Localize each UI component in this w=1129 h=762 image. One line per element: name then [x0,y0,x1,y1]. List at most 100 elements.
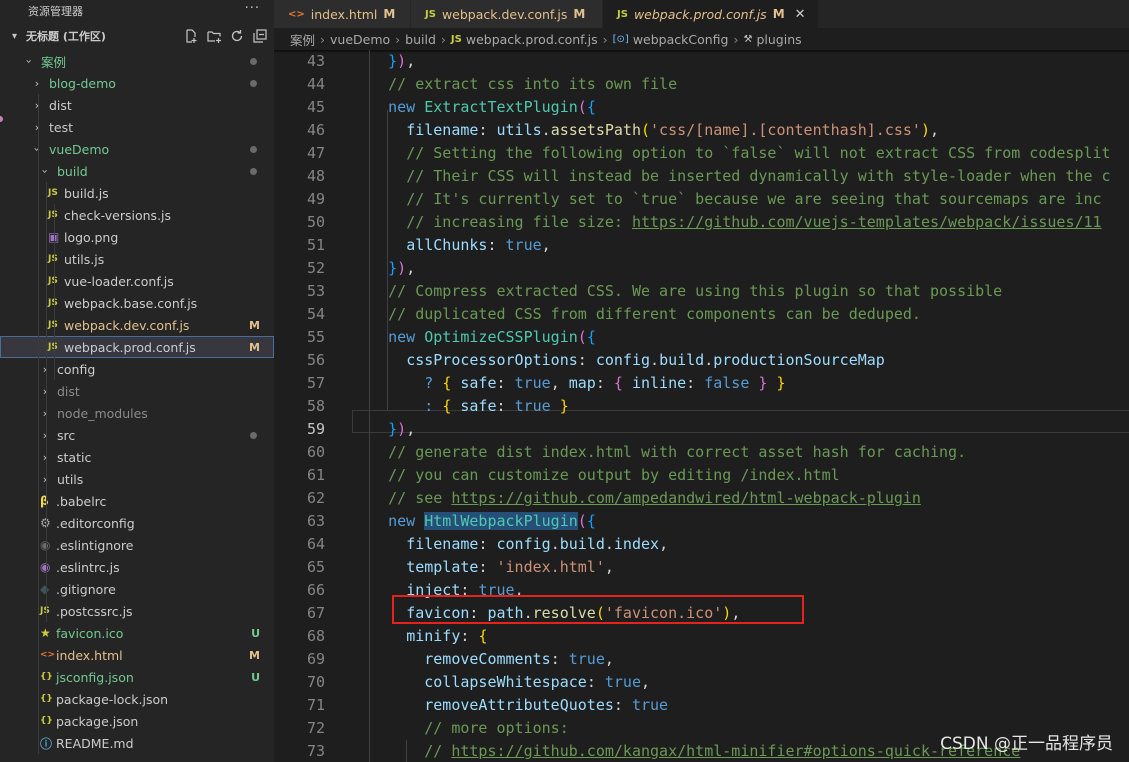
breadcrumb-item[interactable]: plugins [756,32,801,47]
code-token: utils [496,121,542,139]
code-line[interactable]: // Their CSS will instead be inserted dy… [352,165,1129,188]
tree-item-label: webpack.prod.conf.js [64,339,196,355]
tree-item[interactable]: › node_modules [0,402,274,424]
breadcrumb-item[interactable]: 案例 [290,30,315,49]
line-number: 47 [306,144,325,162]
code-line[interactable]: // generate dist index.html with correct… [352,441,1129,464]
code-line[interactable]: }), [352,50,1129,73]
tree-item[interactable]: ◉.eslintignore [0,534,274,556]
new-file-icon[interactable] [183,29,199,43]
tree-item[interactable]: JS webpack.prod.conf.js M [0,336,274,358]
code-token: : [586,673,605,691]
code-line[interactable]: new ExtractTextPlugin({ [352,96,1129,119]
tree-item[interactable]: ◉.eslintrc.js [0,556,274,578]
tree-item[interactable]: β .babelrc [0,490,274,512]
refresh-icon[interactable] [229,29,245,43]
tree-item-label: build.js [64,185,109,201]
code-line[interactable]: new HtmlWebpackPlugin({ [352,510,1129,533]
code-line[interactable]: removeComments: true, [352,648,1129,671]
tree-item[interactable]: JS build.js [0,182,274,204]
breadcrumb-item[interactable]: webpackConfig [633,32,729,47]
code-line[interactable]: // duplicated CSS from different compone… [352,303,1129,326]
code-line[interactable]: ? { safe: true, map: { inline: false } } [352,372,1129,395]
tree-item[interactable]: › blog-demo [0,72,274,94]
tree-item[interactable]: JS check-versions.js [0,204,274,226]
code-token: : [424,397,443,415]
tree-item[interactable]: ▣logo.png [0,226,274,248]
code-line[interactable]: // It's currently set to `true` because … [352,188,1129,211]
tree-item[interactable]: › dist [0,94,274,116]
code-line[interactable]: // Setting the following option to `fals… [352,142,1129,165]
code-line[interactable]: // extract css into its own file [352,73,1129,96]
tree-item[interactable]: › 案例 [0,50,274,72]
tree-item[interactable]: › build [0,160,274,182]
tree-item[interactable]: <> index.html M [0,644,274,666]
code-token: : [478,558,497,576]
breadcrumb-item[interactable]: build [405,32,436,47]
wrench-icon: ⚒ [743,33,753,45]
line-number-gutter: 43 44 45 46 47 48 49 50 51 52 53 54 55 56 57 58 59 60 61 62… [274,50,334,762]
tab-webpack-prod-conf-js[interactable]: JS webpack.prod.conf.js M ✕ [603,0,819,28]
tab-webpack-dev-conf-js[interactable]: JS webpack.dev.conf.js M [411,0,603,28]
new-folder-icon[interactable] [206,29,222,43]
tree-item[interactable]: › src [0,424,274,446]
tree-item[interactable]: ⓘ README.md [0,732,274,754]
tree-item[interactable]: › vueDemo [0,138,274,160]
git-change-dot [250,168,257,175]
tree-item-label: blog-demo [49,75,116,91]
tree-item[interactable]: JS utils.js [0,248,274,270]
code-token: false [704,374,750,392]
code-line[interactable]: // you can customize output by editing /… [352,464,1129,487]
code-line[interactable]: filename: utils.assetsPath('css/[name].[… [352,119,1129,142]
code-line[interactable]: cssProcessorOptions: config.build.produc… [352,349,1129,372]
breadcrumb-item[interactable]: vueDemo [330,32,390,47]
tree-item[interactable]: JS vue-loader.conf.js [0,270,274,292]
tree-item[interactable]: ⚙.editorconfig [0,512,274,534]
code-line[interactable]: allChunks: true, [352,234,1129,257]
code-line[interactable]: }), [352,418,1129,441]
tab-index-html[interactable]: <> index.html M [274,0,411,28]
tree-item[interactable]: JS .postcssrc.js [0,600,274,622]
tree-item[interactable]: › utils [0,468,274,490]
code-line[interactable]: template: 'index.html', [352,556,1129,579]
code-token: // duplicated CSS from different compone… [388,305,921,323]
code-lines[interactable]: }), // extract css into its own file new… [352,50,1129,762]
tree-item[interactable]: › dist [0,380,274,402]
code-line[interactable]: // see https://github.com/ampedandwired/… [352,487,1129,510]
code-line[interactable]: filename: config.build.index, [352,533,1129,556]
tree-item-label: node_modules [57,405,148,421]
code-line[interactable]: minify: { [352,625,1129,648]
line-number: 53 [306,282,325,300]
collapse-all-icon[interactable] [252,29,268,43]
workspace-section-header[interactable]: ▾ 无标题 (工作区) [0,22,274,50]
tree-item[interactable]: {} package-lock.json [0,688,274,710]
tree-item[interactable]: › static [0,446,274,468]
code-token: new [388,328,416,346]
tree-item[interactable]: {} package.json [0,710,274,732]
code-line[interactable]: new OptimizeCSSPlugin({ [352,326,1129,349]
explorer-header: 资源管理器 ··· [0,0,274,22]
code-line[interactable]: // Compress extracted CSS. We are using … [352,280,1129,303]
tree-item[interactable]: ◆ .gitignore [0,578,274,600]
code-line[interactable]: : { safe: true } [352,395,1129,418]
code-token: { [613,374,623,392]
tree-item[interactable]: {} jsconfig.json U [0,666,274,688]
chevron-down-icon: › [22,58,36,64]
code-line[interactable]: collapseWhitespace: true, [352,671,1129,694]
tree-item[interactable]: ★ favicon.ico U [0,622,274,644]
tree-item[interactable]: › config [0,358,274,380]
breadcrumb-item[interactable]: webpack.prod.conf.js [466,32,598,47]
more-actions-icon[interactable]: ··· [245,1,260,16]
tree-item[interactable]: JS webpack.dev.conf.js M [0,314,274,336]
code-line[interactable]: removeAttributeQuotes: true [352,694,1129,717]
code-line[interactable]: // increasing file size: https://github.… [352,211,1129,234]
close-icon[interactable]: ✕ [795,7,806,22]
tree-item-label: 案例 [41,54,67,70]
code-token: ExtractTextPlugin [424,98,578,116]
tree-item[interactable]: › test [0,116,274,138]
code-editor[interactable]: 43 44 45 46 47 48 49 50 51 52 53 54 55 56 57 58 59 60 61 62… [274,50,1129,762]
tab-label: index.html [310,6,378,22]
tree-item[interactable]: JS webpack.base.conf.js [0,292,274,314]
code-line[interactable]: }), [352,257,1129,280]
